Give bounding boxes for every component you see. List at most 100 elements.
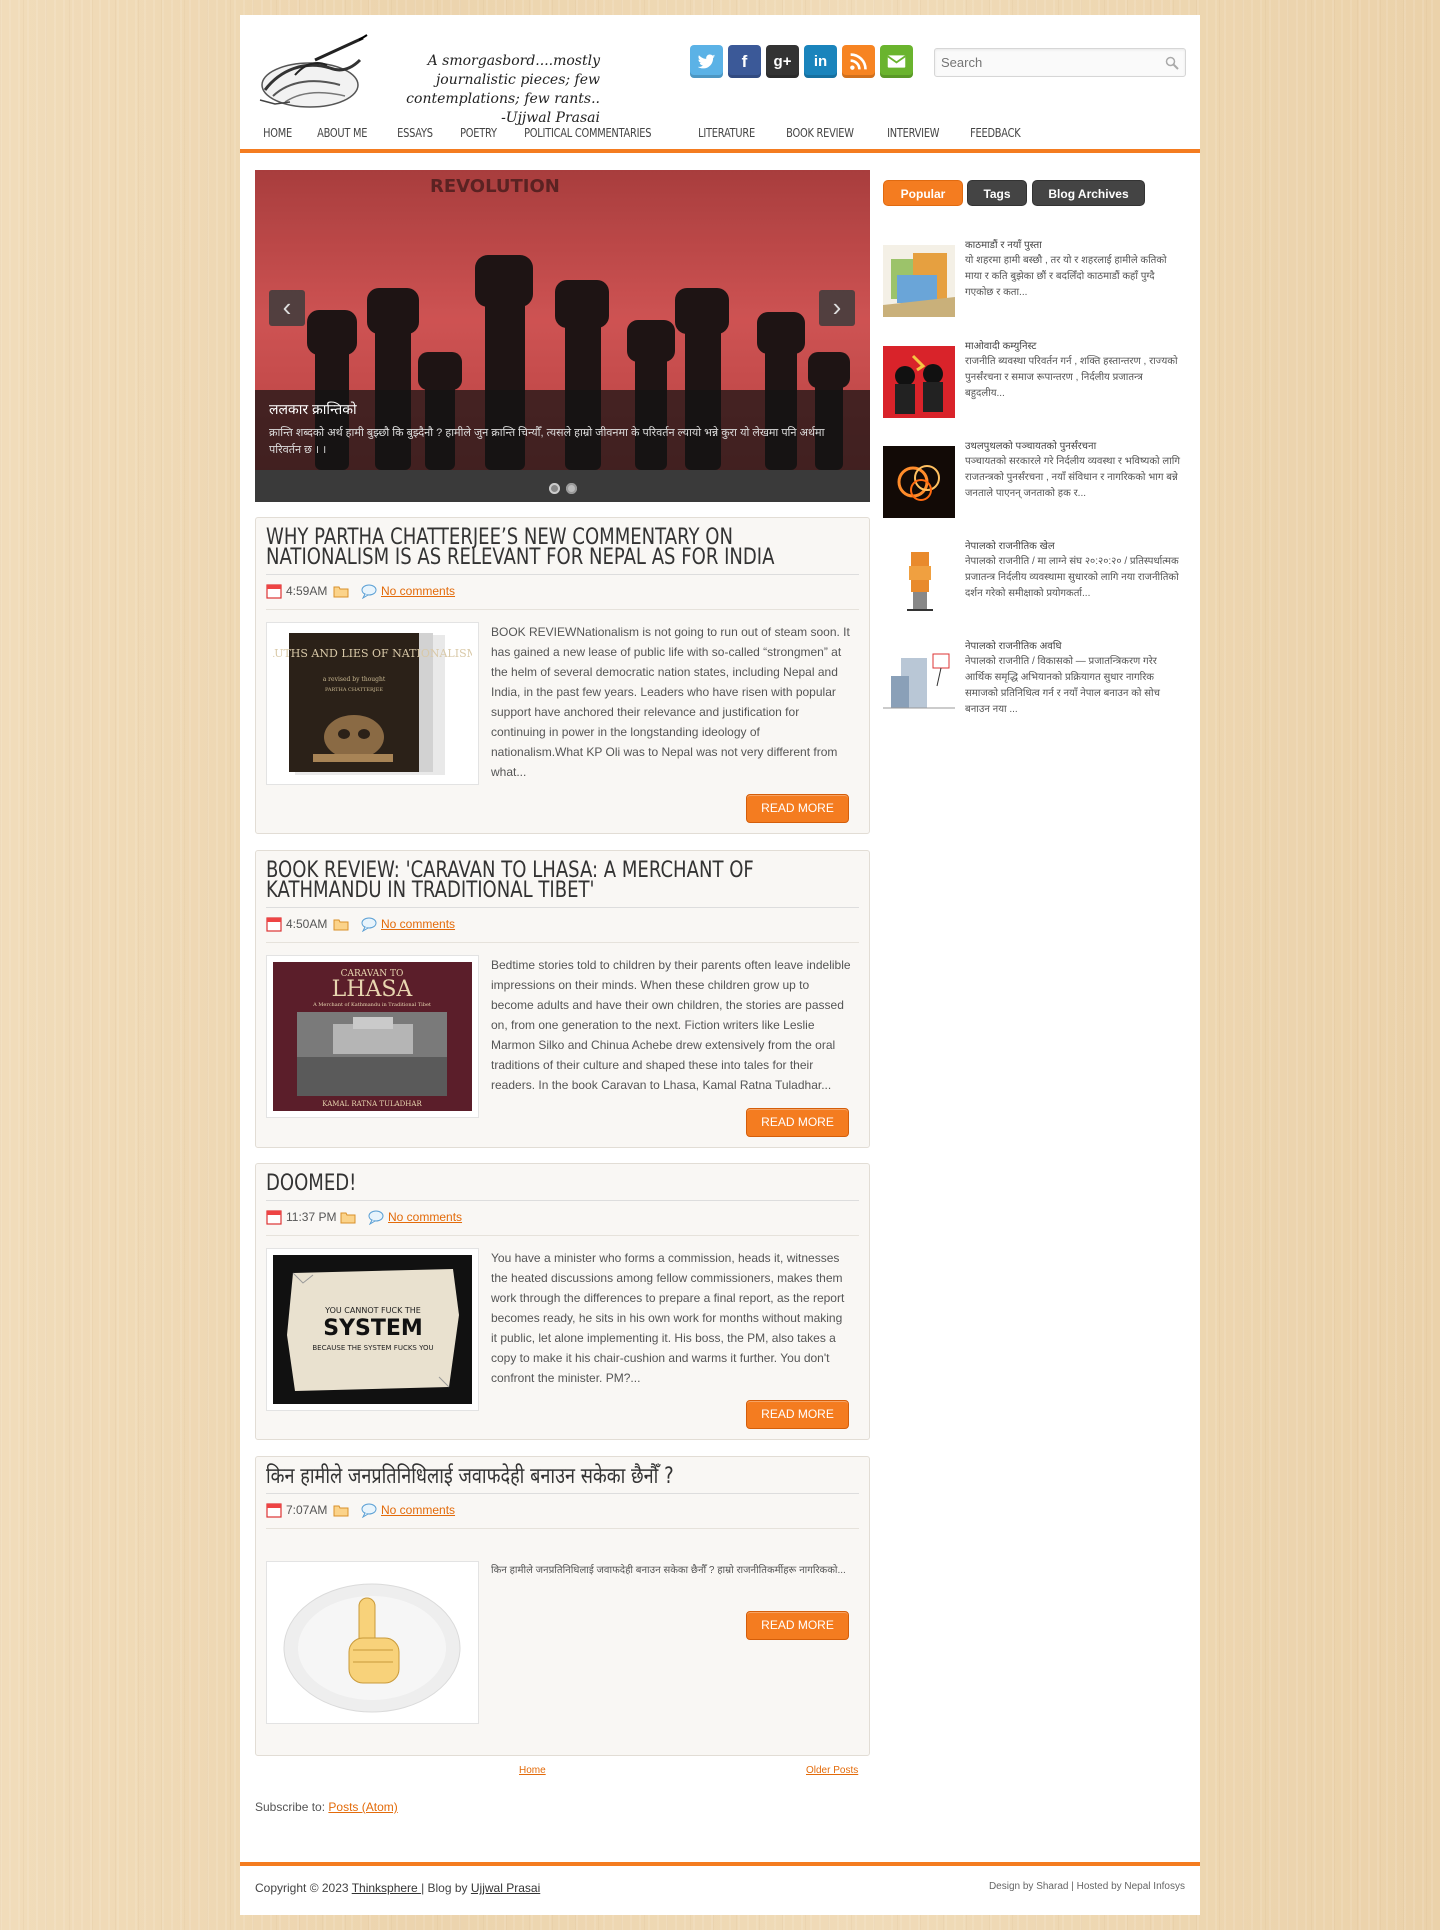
subscribe-label: Subscribe to: [255, 1800, 326, 1814]
book-subtitle: A Merchant of Kathmandu in Traditional T… [312, 1002, 431, 1008]
slider-pagination [255, 482, 870, 497]
post-title[interactable]: Doomed! [266, 1173, 861, 1200]
comment-icon [361, 1503, 377, 1518]
tab-blog-archives[interactable]: Blog Archives [1032, 180, 1145, 206]
book-title: LHASA [332, 977, 414, 1002]
nav-item-essays[interactable]: ESSAYS [384, 117, 446, 149]
tab-popular[interactable]: Popular [883, 180, 963, 206]
post-title[interactable]: Why Partha Chatterjee’s new commentary o… [266, 527, 861, 574]
poster-line-3: BECAUSE THE SYSTEM FUCKS YOU [312, 1344, 433, 1352]
post-card: BOOK REVIEW: 'Caravan to Lhasa: A Mercha… [255, 850, 870, 1148]
nav-item-political-commentaries[interactable]: POLITICAL COMMENTARIES [511, 117, 664, 149]
nav-item-literature[interactable]: LITERATURE [685, 117, 768, 149]
post-title[interactable]: BOOK REVIEW: 'Caravan to Lhasa: A Mercha… [266, 860, 861, 907]
google-plus-icon[interactable]: g+ [766, 45, 799, 78]
sidebar: Popular Tags Blog Archives काठमाडौं र नय… [883, 180, 1188, 718]
post-thumbnail[interactable]: THE TRUTHS AND LIES OF NATIONALISM a rev… [230, 622, 479, 785]
slider-image-text: REVOLUTION [430, 176, 560, 197]
twitter-icon[interactable] [690, 45, 723, 78]
slider-dot-1[interactable] [548, 483, 560, 494]
post-time: 7:07AM [286, 1503, 328, 1517]
subscribe-atom-link[interactable]: Posts (Atom) [328, 1800, 397, 1814]
post-title[interactable]: किन हामीले जनप्रतिनिधिलाई जवाफदेही बनाउन… [266, 1466, 861, 1493]
divider [266, 907, 859, 908]
popular-post-snippet: यो शहरमा हामी बस्छौ , तर यो र शहरलाई हाम… [965, 255, 1167, 298]
book-cover-image: CARAVAN TO LHASA A Merchant of Kathmandu… [273, 962, 472, 1111]
copyright-text: Copyright © 2023 [255, 1881, 349, 1895]
book-cover-image: THE TRUTHS AND LIES OF NATIONALISM a rev… [230, 629, 478, 778]
post-meta: 4:59AM No comments [266, 583, 859, 599]
popular-post-title[interactable]: माओवादी कम्युनिस्ट [965, 338, 1185, 352]
post-card: Why Partha Chatterjee’s new commentary o… [230, 517, 870, 834]
post-comments-link[interactable]: No comments [381, 917, 455, 931]
page-container: A smorgasbord....mostly journalistic pie… [230, 15, 1200, 1915]
footer: Copyright © 2023 Thinksphere | Blog by U… [240, 1862, 1200, 1915]
calendar-icon [266, 1503, 282, 1518]
rss-icon[interactable] [842, 45, 875, 78]
read-more-button[interactable]: READ MORE [746, 1108, 849, 1137]
popular-post-item[interactable]: माओवादी कम्युनिस्ट राजनीति ब्यवस्था परिव… [883, 338, 1188, 428]
calendar-icon [266, 1210, 282, 1225]
linkedin-icon[interactable]: in [804, 45, 837, 78]
site-link[interactable]: Thinksphere [352, 1881, 421, 1895]
calendar-icon [266, 584, 282, 599]
read-more-button[interactable]: READ MORE [746, 794, 849, 823]
popular-post-title[interactable]: उथलपुथलको पञ्चायतको पुनर्संरचना [965, 438, 1185, 452]
post-meta: 11:37 PM No comments [266, 1209, 859, 1225]
email-icon[interactable] [880, 45, 913, 78]
main-nav: HOME ABOUT ME ESSAYS POETRY POLITICAL CO… [240, 117, 1200, 153]
hand-writing-logo-icon [259, 34, 368, 108]
popular-post-item[interactable]: उथलपुथलको पञ्चायतको पुनर्संरचना पञ्चायतक… [883, 438, 1188, 538]
post-time: 4:50AM [286, 917, 328, 931]
facebook-icon[interactable]: f [728, 45, 761, 78]
popular-post-title[interactable]: काठमाडौं र नयाँ पुस्ता [965, 237, 1185, 251]
nav-item-about-me[interactable]: ABOUT ME [304, 117, 380, 149]
post-thumbnail[interactable]: YOU CANNOT FUCK THE SYSTEM BECAUSE THE S… [266, 1248, 479, 1411]
nav-item-home[interactable]: HOME [250, 117, 305, 149]
book-title: THE TRUTHS AND LIES OF NATIONALISM [273, 647, 472, 660]
site-logo[interactable]: A smorgasbord....mostly journalistic pie… [255, 30, 600, 126]
popular-post-snippet: नेपालको राजनीति / मा लाग्ने संघ २०:२०:२०… [965, 556, 1179, 599]
tab-tags[interactable]: Tags [967, 180, 1027, 206]
popular-post-item[interactable]: नेपालको राजनीतिक अवधि नेपालको राजनीति / … [883, 638, 1188, 728]
post-comments-link[interactable]: No comments [388, 1210, 462, 1224]
author-link[interactable]: Ujjwal Prasai [471, 1881, 540, 1895]
system-poster-image: YOU CANNOT FUCK THE SYSTEM BECAUSE THE S… [273, 1255, 472, 1404]
read-more-button[interactable]: READ MORE [746, 1611, 849, 1640]
post-comments-link[interactable]: No comments [381, 1503, 455, 1517]
popular-post-thumbnail [883, 546, 955, 618]
read-more-button[interactable]: READ MORE [746, 1400, 849, 1429]
post-comments-link[interactable]: No comments [381, 584, 455, 598]
folder-icon [340, 1212, 356, 1224]
search-input[interactable] [935, 49, 1155, 76]
popular-post-title[interactable]: नेपालको राजनीतिक अवधि [965, 638, 1185, 652]
nav-item-feedback[interactable]: FEEDBACK [957, 117, 1034, 149]
book-author: PARTHA CHATTERJEE [325, 687, 383, 693]
slider-next-button[interactable]: › [819, 290, 855, 326]
featured-slider[interactable]: REVOLUTION ‹ › ललकार क्रान्तिको क्रान्ति… [255, 170, 870, 502]
slider-prev-button[interactable]: ‹ [269, 290, 305, 326]
folder-icon [333, 586, 349, 598]
divider [266, 1235, 859, 1236]
divider [266, 609, 859, 610]
nav-item-book-review[interactable]: BOOK REVIEW [773, 117, 867, 149]
nav-item-poetry[interactable]: POETRY [447, 117, 510, 149]
poster-line-1: YOU CANNOT FUCK THE [324, 1306, 421, 1315]
post-thumbnail[interactable]: CARAVAN TO LHASA A Merchant of Kathmandu… [266, 955, 479, 1118]
popular-post-item[interactable]: काठमाडौं र नयाँ पुस्ता यो शहरमा हामी बस्… [883, 237, 1188, 327]
home-link[interactable]: Home [519, 1765, 546, 1776]
divider [266, 574, 859, 575]
popular-post-title[interactable]: नेपालको राजनीतिक खेल [965, 538, 1185, 552]
search-icon[interactable] [1165, 56, 1179, 70]
post-card: किन हामीले जनप्रतिनिधिलाई जवाफदेही बनाउन… [255, 1456, 870, 1756]
post-card: Doomed! 11:37 PM No comments YOU CANNOT … [255, 1163, 870, 1440]
slider-caption: ललकार क्रान्तिको क्रान्ति शब्दको अर्थ हा… [255, 390, 870, 470]
slider-caption-title[interactable]: ललकार क्रान्तिको [269, 400, 856, 419]
nav-item-interview[interactable]: INTERVIEW [874, 117, 952, 149]
slider-dot-2[interactable] [565, 483, 577, 494]
older-posts-link[interactable]: Older Posts [806, 1765, 858, 1776]
post-thumbnail[interactable] [266, 1561, 479, 1724]
post-excerpt: BOOK REVIEWNationalism is not going to r… [491, 625, 850, 779]
post-excerpt: Bedtime stories told to children by thei… [491, 958, 851, 1092]
popular-post-item[interactable]: नेपालको राजनीतिक खेल नेपालको राजनीति / म… [883, 538, 1188, 638]
